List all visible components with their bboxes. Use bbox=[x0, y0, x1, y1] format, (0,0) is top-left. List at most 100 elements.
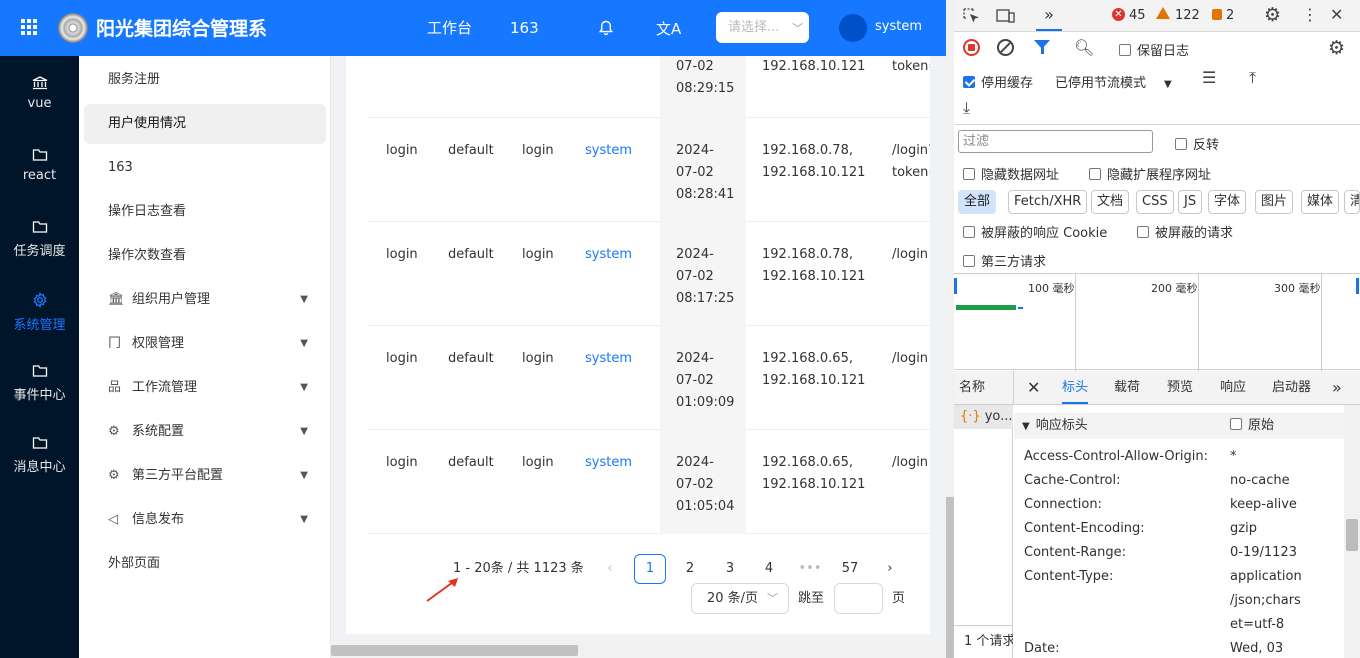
inspect-icon[interactable] bbox=[963, 8, 981, 24]
export-har-icon[interactable]: ⤓ bbox=[963, 98, 970, 118]
submenu-item-workflow[interactable]: 品工作流管理 ▼ bbox=[84, 368, 326, 408]
blocked-cookies-checkbox[interactable]: 被屏蔽的响应 Cookie bbox=[963, 222, 1107, 241]
blocked-requests-checkbox[interactable]: 被屏蔽的请求 bbox=[1137, 222, 1233, 241]
page-size-select[interactable]: 20 条/页 ﹀ bbox=[691, 583, 789, 614]
submenu-item-info-publish[interactable]: ◁ 信息发布 ▼ bbox=[84, 500, 326, 540]
apps-grid-icon[interactable] bbox=[20, 18, 38, 36]
page-2-button[interactable]: 2 bbox=[675, 554, 705, 584]
filter-chip-doc[interactable]: 文档 bbox=[1091, 190, 1130, 214]
nav-item-react[interactable]: react bbox=[0, 128, 79, 200]
filter-chip-font[interactable]: 字体 bbox=[1208, 190, 1247, 214]
network-timeline[interactable]: 100 毫秒 200 毫秒 300 毫秒 bbox=[954, 273, 1360, 371]
device-toolbar-icon[interactable] bbox=[996, 8, 1016, 24]
jump-page-input[interactable] bbox=[834, 583, 883, 614]
filter-chip-fetch-xhr[interactable]: Fetch/XHR bbox=[1008, 190, 1088, 214]
close-icon[interactable]: ✕ bbox=[1330, 5, 1343, 24]
translate-icon[interactable]: 文A bbox=[656, 18, 681, 39]
warning-count[interactable]: 122 bbox=[1175, 8, 1200, 23]
next-page-button[interactable]: › bbox=[875, 554, 905, 584]
tab-preview[interactable]: 预览 bbox=[1167, 371, 1193, 404]
submenu-item-org-users[interactable]: 🏛 组织用户管理 ▼ bbox=[84, 280, 326, 320]
search-icon[interactable]: 🔍︎ bbox=[1074, 38, 1094, 57]
clear-icon[interactable] bbox=[997, 39, 1014, 56]
headers-scrollbar[interactable] bbox=[1344, 405, 1360, 658]
submenu-item-user-usage[interactable]: 用户使用情况 bbox=[84, 104, 326, 144]
filter-chip-img[interactable]: 图片 bbox=[1255, 190, 1294, 214]
timeline-handle[interactable] bbox=[1356, 278, 1359, 294]
filter-chip-all[interactable]: 全部 bbox=[958, 190, 997, 214]
issue-count[interactable]: 2 bbox=[1226, 8, 1234, 23]
tab-initiator[interactable]: 启动器 bbox=[1272, 371, 1311, 404]
cell-user-link[interactable]: system bbox=[585, 452, 632, 474]
username[interactable]: system bbox=[875, 19, 922, 34]
cell-user-link[interactable]: system bbox=[585, 140, 632, 162]
submenu-item-system-config[interactable]: ⚙ 系统配置 ▼ bbox=[84, 412, 326, 452]
settings-gear-icon[interactable]: ⚙ bbox=[1264, 4, 1281, 26]
avatar[interactable] bbox=[839, 14, 867, 42]
submenu-item-service-registry[interactable]: 服务注册 bbox=[84, 60, 326, 100]
nav-item-event-center[interactable]: 事件中心 bbox=[0, 344, 79, 416]
prev-page-button[interactable]: ‹ bbox=[595, 554, 625, 584]
network-settings-gear-icon[interactable]: ⚙ bbox=[1328, 37, 1345, 59]
filter-chip-media[interactable]: 媒体 bbox=[1301, 190, 1340, 214]
table-row[interactable]: login default login system 2024- 07-02 0… bbox=[368, 326, 930, 430]
throttle-select[interactable]: 已停用节流模式 ▼ bbox=[1055, 72, 1172, 91]
page-4-button[interactable]: 4 bbox=[754, 554, 784, 584]
page-3-button[interactable]: 3 bbox=[715, 554, 745, 584]
request-row[interactable]: {·} yo... bbox=[954, 405, 1013, 429]
nav-item-message-center[interactable]: 消息中心 bbox=[0, 416, 79, 488]
error-count[interactable]: 45 bbox=[1129, 8, 1146, 23]
filter-chip-css[interactable]: CSS bbox=[1136, 190, 1174, 214]
network-conditions-icon[interactable]: ☰ bbox=[1202, 68, 1216, 87]
filter-chip-js[interactable]: JS bbox=[1178, 190, 1203, 214]
scrollbar-thumb[interactable] bbox=[1346, 519, 1358, 551]
name-column-header[interactable]: 名称 bbox=[959, 371, 985, 404]
tab-response[interactable]: 响应 bbox=[1220, 371, 1246, 404]
vertical-scrollbar[interactable] bbox=[946, 0, 954, 658]
submenu-item-third-party-config[interactable]: ⚙ 第三方平台配置 ▼ bbox=[84, 456, 326, 496]
disable-cache-checkbox[interactable]: 停用缓存 bbox=[963, 72, 1033, 91]
more-tabs-icon[interactable]: » bbox=[1036, 4, 1062, 31]
horizontal-scrollbar[interactable] bbox=[331, 642, 946, 658]
third-party-checkbox[interactable]: 第三方请求 bbox=[963, 251, 1046, 270]
invert-checkbox[interactable]: 反转 bbox=[1175, 134, 1219, 153]
scrollbar-thumb[interactable] bbox=[946, 497, 954, 658]
more-tabs-icon[interactable]: » bbox=[1332, 371, 1342, 404]
warning-icon[interactable] bbox=[1156, 7, 1170, 19]
error-icon[interactable]: ✕ bbox=[1112, 8, 1125, 21]
issue-icon[interactable] bbox=[1212, 9, 1222, 20]
page-ellipsis[interactable]: ••• bbox=[795, 554, 825, 584]
tab-headers[interactable]: 标头 bbox=[1062, 371, 1089, 404]
shortcut-163-link[interactable]: 163 bbox=[510, 18, 539, 38]
page-57-button[interactable]: 57 bbox=[835, 554, 865, 584]
submenu-item-163[interactable]: 163 bbox=[84, 148, 326, 188]
submenu-item-operation-count[interactable]: 操作次数查看 bbox=[84, 236, 326, 276]
hide-data-urls-checkbox[interactable]: 隐藏数据网址 bbox=[963, 164, 1059, 183]
submenu-item-external-page[interactable]: 外部页面 bbox=[84, 544, 326, 584]
filter-input[interactable]: 过滤 bbox=[958, 130, 1153, 153]
table-row[interactable]: login default login system 2024- 07-02 0… bbox=[368, 118, 930, 222]
timeline-handle[interactable] bbox=[954, 278, 957, 294]
filter-chip-clear[interactable]: 清 bbox=[1344, 190, 1360, 214]
record-stop-icon[interactable] bbox=[963, 39, 980, 56]
kebab-menu-icon[interactable]: ⋮ bbox=[1302, 5, 1318, 24]
nav-item-system-management[interactable]: 系统管理 bbox=[0, 272, 79, 344]
import-har-icon[interactable]: ⤒ bbox=[1249, 68, 1256, 88]
raw-checkbox[interactable]: 原始 bbox=[1230, 413, 1274, 439]
table-row[interactable]: 07-02 08:29:15 192.168.10.121 token=sy bbox=[368, 56, 930, 118]
nav-item-task-scheduling[interactable]: 任务调度 bbox=[0, 200, 79, 272]
cell-user-link[interactable]: system bbox=[585, 348, 632, 370]
preserve-log-checkbox[interactable]: 保留日志 bbox=[1119, 40, 1189, 59]
table-row[interactable]: login default login system 2024- 07-02 0… bbox=[368, 222, 930, 326]
page-1-button[interactable]: 1 bbox=[634, 554, 666, 584]
submenu-item-operation-log[interactable]: 操作日志查看 bbox=[84, 192, 326, 232]
cell-user-link[interactable]: system bbox=[585, 244, 632, 266]
nav-item-vue[interactable]: vue bbox=[0, 56, 79, 128]
bell-icon[interactable] bbox=[598, 20, 614, 36]
response-headers-section[interactable]: ▼ 响应标头 原始 bbox=[1014, 413, 1344, 439]
submenu-item-permissions[interactable]: 冂权限管理 ▼ bbox=[84, 324, 326, 364]
header-select[interactable]: 请选择... ﹀ bbox=[716, 12, 809, 43]
hide-extension-urls-checkbox[interactable]: 隐藏扩展程序网址 bbox=[1089, 164, 1211, 183]
table-row[interactable]: login default login system 2024- 07-02 0… bbox=[368, 430, 930, 534]
workspace-link[interactable]: 工作台 bbox=[427, 18, 472, 38]
